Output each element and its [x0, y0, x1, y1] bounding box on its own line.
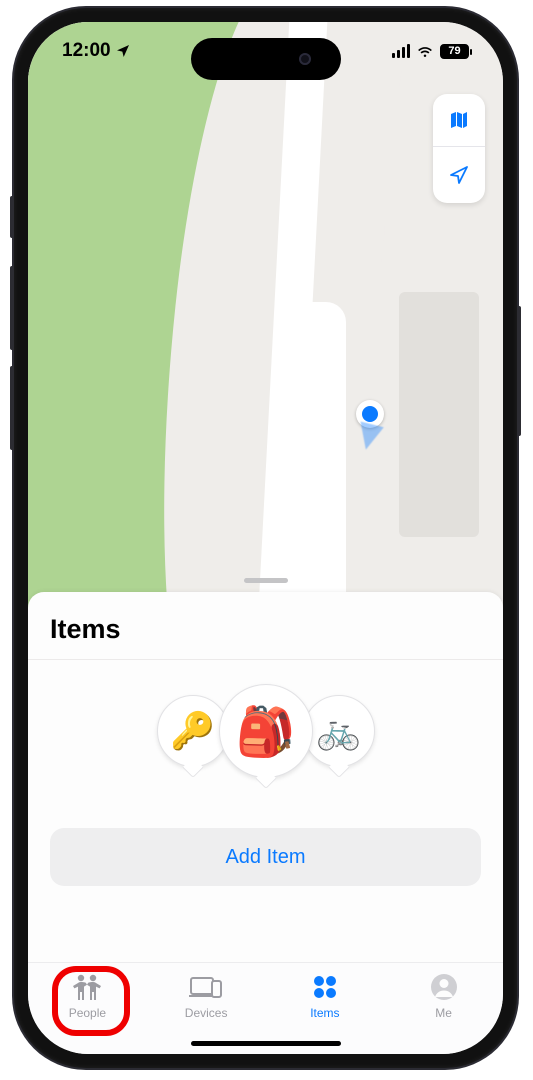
- screen: 12:00 79: [28, 22, 503, 1054]
- phone-frame: 12:00 79: [14, 8, 517, 1068]
- tab-label: Me: [435, 1006, 452, 1020]
- tab-devices[interactable]: Devices: [151, 971, 261, 1020]
- item-bubble-keys[interactable]: 🔑: [157, 695, 229, 767]
- map-view[interactable]: [28, 22, 503, 646]
- home-indicator[interactable]: [191, 1041, 341, 1046]
- map-controls: [433, 94, 485, 203]
- location-services-icon: [115, 43, 131, 59]
- dynamic-island: [191, 38, 341, 80]
- suggested-items-row: 🔑 🎒 🚲: [28, 660, 503, 784]
- tab-items[interactable]: Items: [270, 971, 380, 1020]
- current-location-marker: [356, 400, 384, 428]
- volume-up-button: [10, 266, 14, 350]
- items-icon: [310, 971, 340, 1003]
- map-building: [399, 292, 479, 537]
- map-style-button[interactable]: [433, 94, 485, 146]
- location-arrow-icon: [447, 163, 471, 187]
- backpack-icon: 🎒: [236, 703, 296, 760]
- status-time: 12:00: [62, 40, 131, 62]
- people-icon: [69, 971, 105, 1003]
- tab-label: People: [69, 1006, 106, 1020]
- wifi-icon: [416, 42, 434, 60]
- tab-label: Devices: [185, 1006, 228, 1020]
- item-bubble-backpack[interactable]: 🎒: [219, 684, 313, 778]
- power-button: [517, 306, 521, 436]
- items-sheet[interactable]: Items 🔑 🎒 🚲 Add Item: [28, 592, 503, 972]
- bicycle-icon: 🚲: [316, 710, 361, 752]
- clock-text: 12:00: [62, 40, 111, 62]
- sheet-title: Items: [28, 592, 503, 659]
- sheet-grabber[interactable]: [244, 578, 288, 583]
- side-button: [10, 196, 14, 238]
- key-icon: 🔑: [170, 710, 215, 752]
- person-circle-icon: [429, 971, 459, 1003]
- battery-percentage: 79: [448, 45, 460, 57]
- tab-label: Items: [310, 1006, 339, 1020]
- tab-me[interactable]: Me: [389, 971, 499, 1020]
- item-bubble-bicycle[interactable]: 🚲: [303, 695, 375, 767]
- devices-icon: [188, 971, 224, 1003]
- recenter-button[interactable]: [433, 147, 485, 203]
- tab-people[interactable]: People: [32, 971, 142, 1020]
- map-style-icon: [447, 108, 471, 132]
- add-item-label: Add Item: [225, 846, 305, 869]
- add-item-button[interactable]: Add Item: [50, 828, 481, 886]
- volume-down-button: [10, 366, 14, 450]
- cellular-signal-icon: [392, 44, 410, 58]
- battery-indicator: 79: [440, 44, 469, 59]
